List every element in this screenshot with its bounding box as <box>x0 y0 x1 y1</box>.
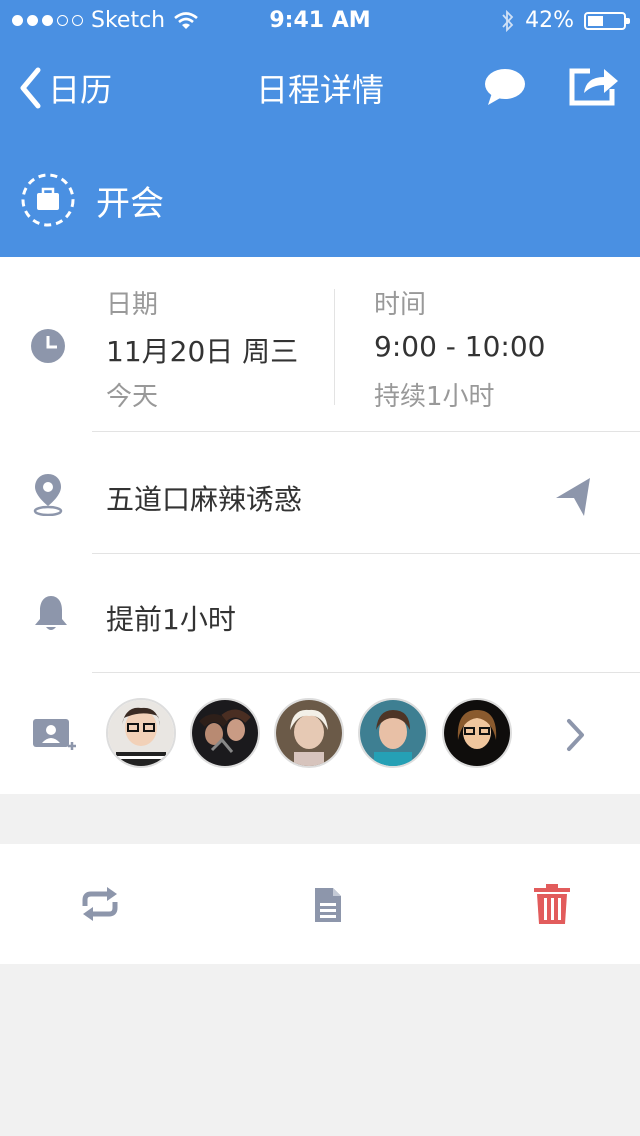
participant-avatars <box>106 698 512 768</box>
location-row[interactable] <box>0 432 640 553</box>
event-header: 开会 <box>20 172 164 228</box>
navigate-icon[interactable] <box>554 474 594 518</box>
header: Sketch 9:41 AM 42% 日历 日程详情 开会 <box>0 0 640 257</box>
briefcase-icon <box>21 173 75 227</box>
clock-icon <box>31 329 65 363</box>
event-title: 开会 <box>96 183 164 224</box>
date-label: 日期 <box>106 290 159 320</box>
location-pin-icon <box>33 474 63 516</box>
battery-label: 42% <box>525 8 574 33</box>
participant-avatar-1[interactable] <box>106 698 176 768</box>
date-time-divider <box>334 289 335 405</box>
status-bar: Sketch 9:41 AM 42% <box>0 6 640 36</box>
participant-avatar-4[interactable] <box>358 698 428 768</box>
repeat-icon[interactable] <box>79 886 121 922</box>
bell-icon <box>35 596 67 630</box>
reminder-row[interactable] <box>0 554 640 672</box>
time-value: 9:00 - 10:00 <box>374 330 546 363</box>
participant-avatar-5[interactable] <box>442 698 512 768</box>
note-icon[interactable] <box>313 886 343 924</box>
time-duration: 持续1小时 <box>374 382 495 412</box>
bluetooth-icon <box>502 9 514 32</box>
participant-avatar-3[interactable] <box>274 698 344 768</box>
share-icon[interactable] <box>568 63 620 107</box>
date-relative: 今天 <box>106 382 159 412</box>
chevron-right-icon[interactable] <box>566 718 586 752</box>
trash-icon[interactable] <box>533 883 571 925</box>
participant-avatar-2[interactable] <box>190 698 260 768</box>
add-participant-icon <box>33 719 76 750</box>
page-title: 日程详情 <box>255 71 384 109</box>
location-text: 五道口麻辣诱惑 <box>106 483 303 516</box>
time-label: 时间 <box>374 290 427 320</box>
reminder-text: 提前1小时 <box>106 603 236 636</box>
navigation-bar: 日历 日程详情 <box>0 55 640 115</box>
status-right: 42% <box>501 8 630 33</box>
battery-icon <box>584 11 630 30</box>
comment-icon[interactable] <box>484 67 526 107</box>
date-value: 11月20日 周三 <box>106 335 299 368</box>
